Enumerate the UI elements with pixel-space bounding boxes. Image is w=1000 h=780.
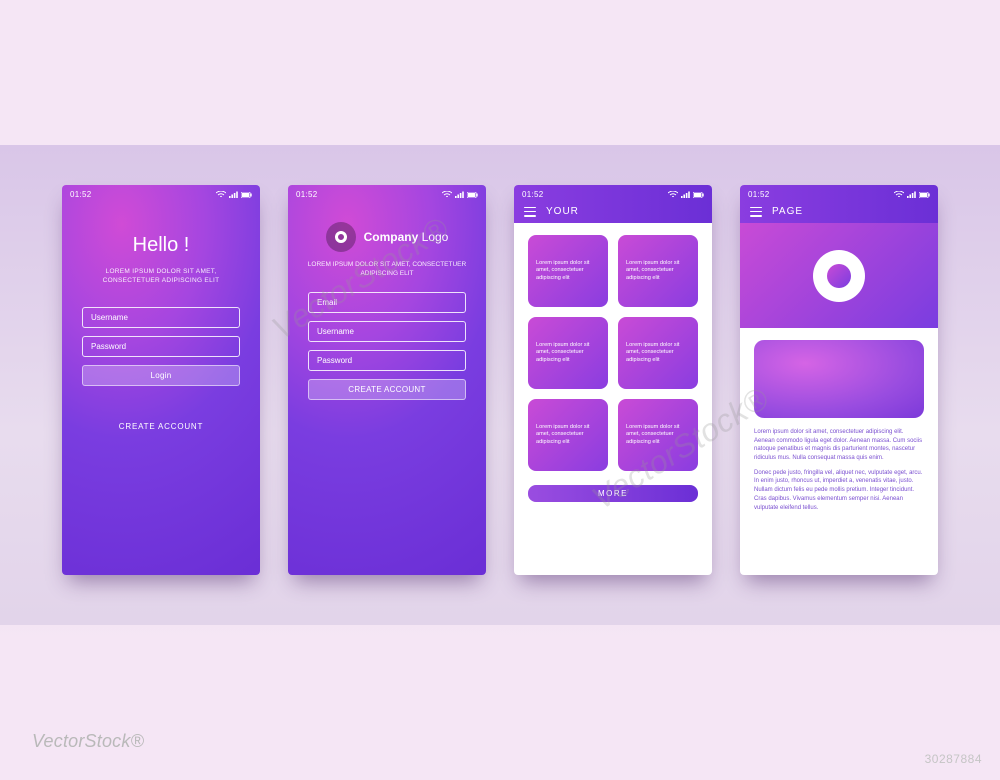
status-bar: 01:52: [62, 185, 260, 202]
paragraph: Lorem ipsum dolor sit amet, consectetuer…: [754, 428, 924, 463]
signup-subtitle: LOREM IPSUM DOLOR SIT AMET, CONSECTETUER…: [288, 260, 486, 278]
battery-icon: [241, 192, 252, 198]
content-card[interactable]: Lorem ipsum dolor sit amet, consectetuer…: [528, 317, 608, 389]
content-card[interactable]: Lorem ipsum dolor sit amet, consectetuer…: [528, 399, 608, 471]
username-input[interactable]: Username: [82, 307, 240, 328]
login-button[interactable]: Login: [82, 365, 240, 386]
username-input[interactable]: Username: [308, 321, 466, 342]
welcome-title: Hello !: [80, 234, 242, 257]
screen-signup: 01:52 Company Logo LOREM IPSUM DOLOR SIT…: [288, 185, 486, 575]
header-title: YOUR: [546, 206, 579, 217]
hero-banner: [740, 223, 938, 328]
more-button[interactable]: MORE: [528, 485, 698, 502]
status-bar: 01:52: [288, 185, 486, 202]
status-bar: 01:52: [740, 185, 938, 202]
status-time: 01:52: [70, 190, 92, 199]
screen-grid: 01:52 YOUR Lorem ipsum dolor sit amet, c…: [514, 185, 712, 575]
wifi-icon: [668, 191, 678, 198]
paragraph: Donec pede justo, fringilla vel, aliquet…: [754, 469, 924, 512]
status-time: 01:52: [748, 190, 770, 199]
status-icons: [668, 191, 704, 198]
content-card[interactable]: Lorem ipsum dolor sit amet, consectetuer…: [618, 317, 698, 389]
watermark-id: 30287884: [925, 752, 982, 766]
screen-login: 01:52 Hello ! LOREM IPSUM DOLOR SIT AMET…: [62, 185, 260, 575]
status-time: 01:52: [522, 190, 544, 199]
mockup-stage: 01:52 Hello ! LOREM IPSUM DOLOR SIT AMET…: [0, 145, 1000, 625]
status-time: 01:52: [296, 190, 318, 199]
battery-icon: [919, 192, 930, 198]
logo-icon: [326, 222, 356, 252]
password-input[interactable]: Password: [308, 350, 466, 371]
status-icons: [894, 191, 930, 198]
screen-detail: 01:52 PAGE Lorem ipsum dolor sit amet, c…: [740, 185, 938, 575]
create-account-link[interactable]: CREATE ACCOUNT: [62, 422, 260, 431]
status-bar: 01:52: [514, 185, 712, 202]
feature-image: [754, 340, 924, 418]
status-icons: [216, 191, 252, 198]
create-account-button[interactable]: CREATE ACCOUNT: [308, 379, 466, 400]
password-input[interactable]: Password: [82, 336, 240, 357]
body-text: Lorem ipsum dolor sit amet, consectetuer…: [740, 428, 938, 512]
signal-icon: [907, 191, 916, 198]
company-name: Company Logo: [364, 230, 449, 244]
content-card[interactable]: Lorem ipsum dolor sit amet, consectetuer…: [618, 235, 698, 307]
content-card[interactable]: Lorem ipsum dolor sit amet, consectetuer…: [618, 399, 698, 471]
welcome-subtitle: LOREM IPSUM DOLOR SIT AMET, CONSECTETUER…: [80, 267, 242, 285]
header-title: PAGE: [772, 206, 803, 217]
signal-icon: [681, 191, 690, 198]
watermark-brand: VectorStock®: [32, 731, 144, 752]
wifi-icon: [894, 191, 904, 198]
menu-icon[interactable]: [750, 207, 762, 217]
email-input[interactable]: Email: [308, 292, 466, 313]
menu-icon[interactable]: [524, 207, 536, 217]
content-card[interactable]: Lorem ipsum dolor sit amet, consectetuer…: [528, 235, 608, 307]
battery-icon: [693, 192, 704, 198]
wifi-icon: [216, 191, 226, 198]
signal-icon: [455, 191, 464, 198]
app-header: YOUR: [514, 202, 712, 223]
status-icons: [442, 191, 478, 198]
signal-icon: [229, 191, 238, 198]
app-header: PAGE: [740, 202, 938, 223]
wifi-icon: [442, 191, 452, 198]
battery-icon: [467, 192, 478, 198]
company-logo-row: Company Logo: [288, 202, 486, 260]
ring-graphic: [813, 250, 865, 302]
